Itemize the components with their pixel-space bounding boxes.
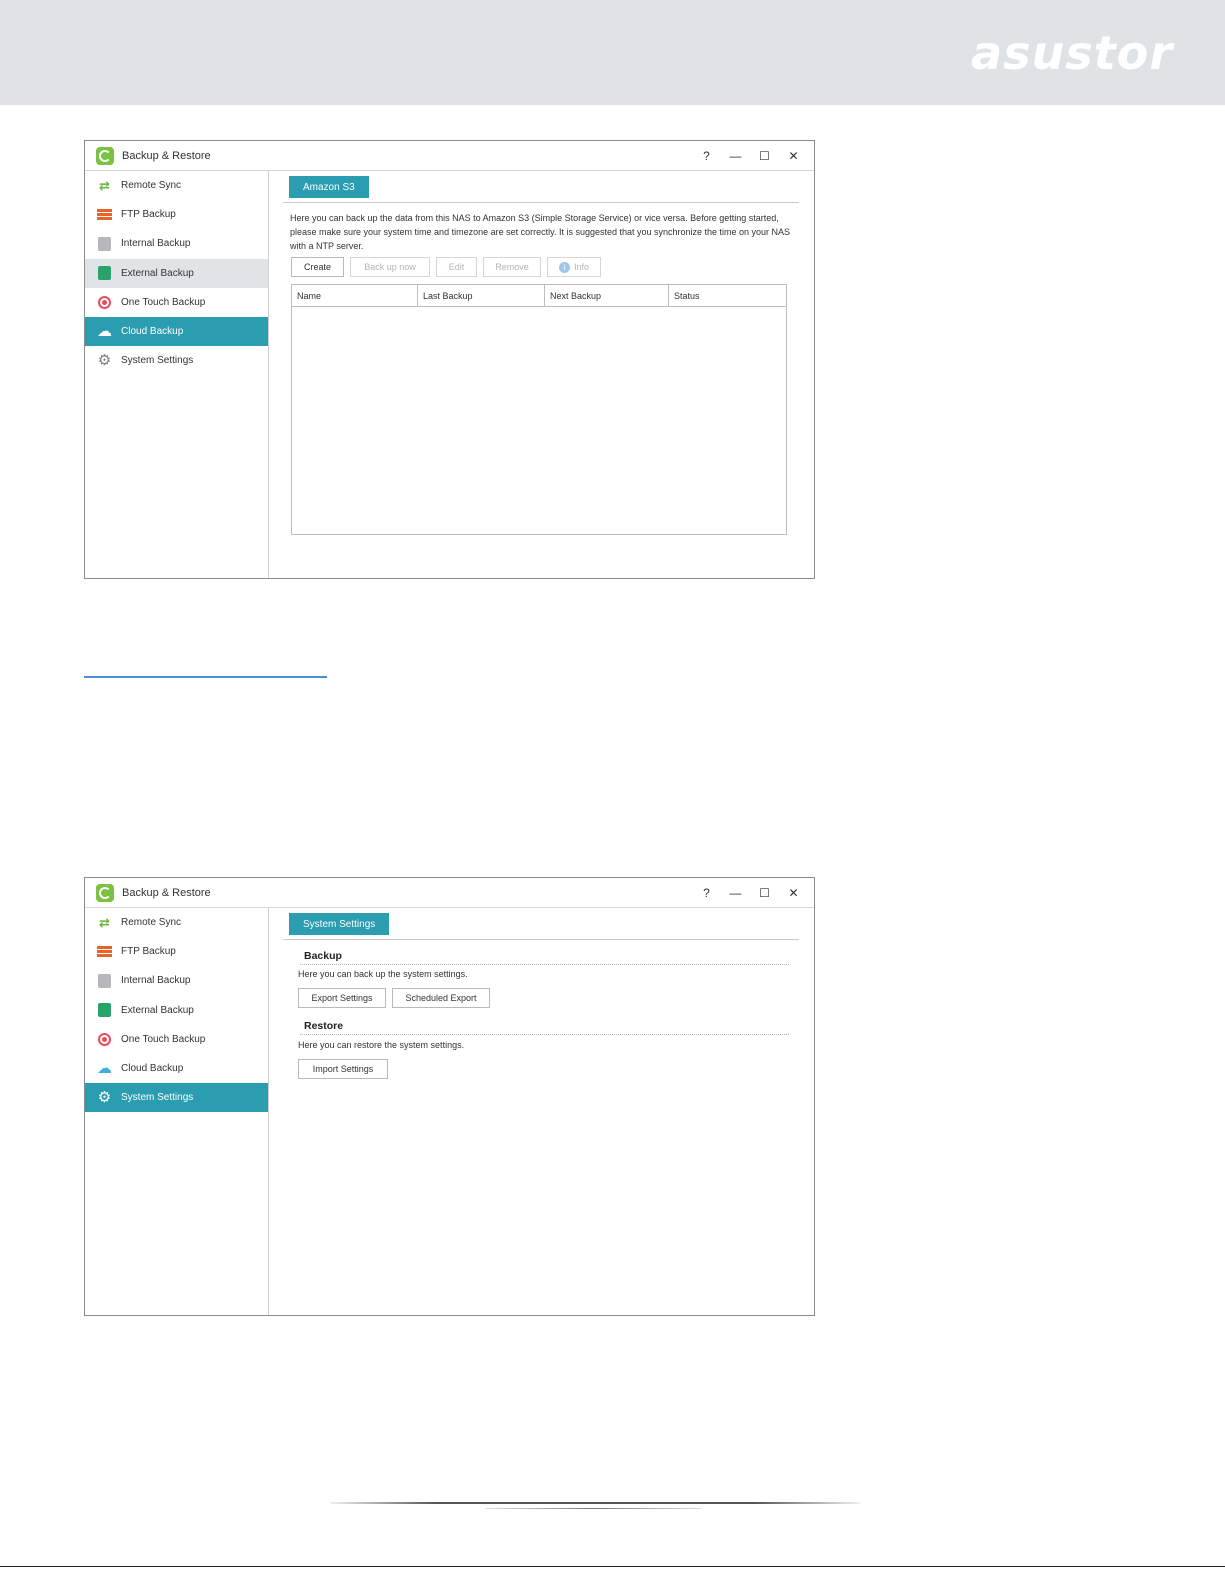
close-icon[interactable]: ✕	[779, 145, 808, 167]
sidebar-item-external-backup[interactable]: External Backup	[85, 996, 268, 1025]
column-header-status[interactable]: Status	[669, 285, 786, 306]
toolbar: Create Back up now Edit Remove i Info	[291, 257, 601, 277]
sidebar-item-label: System Settings	[121, 1092, 194, 1104]
back-up-now-button[interactable]: Back up now	[350, 257, 430, 277]
help-icon[interactable]: ?	[692, 882, 721, 904]
backup-jobs-table: Name Last Backup Next Backup Status	[291, 284, 787, 535]
sidebar-item-ftp-backup[interactable]: FTP Backup	[85, 937, 268, 966]
tab-system-settings[interactable]: System Settings	[289, 913, 390, 935]
tab-divider	[283, 939, 799, 940]
column-header-name[interactable]: Name	[292, 285, 418, 306]
footer-decoration-line	[330, 1502, 860, 1504]
sidebar-item-system-settings[interactable]: ⚙ System Settings	[85, 1083, 268, 1113]
footer-decoration-line	[486, 1508, 701, 1509]
ftp-backup-icon	[97, 945, 112, 958]
sidebar-item-internal-backup[interactable]: Internal Backup	[85, 229, 268, 258]
tab-amazon-s3[interactable]: Amazon S3	[289, 176, 369, 198]
sidebar-item-cloud-backup[interactable]: ☁ Cloud Backup	[85, 1054, 268, 1083]
table-header: Name Last Backup Next Backup Status	[292, 285, 786, 307]
window-title: Backup & Restore	[122, 886, 211, 899]
sidebar-item-label: Cloud Backup	[121, 1063, 184, 1075]
sidebar-item-remote-sync[interactable]: ⇄ Remote Sync	[85, 171, 268, 200]
sidebar-item-cloud-backup[interactable]: ☁ Cloud Backup	[85, 316, 268, 347]
sidebar-item-label: Cloud Backup	[121, 326, 184, 338]
page-bottom-rule	[0, 1566, 1225, 1567]
restore-section-title: Restore	[304, 1020, 344, 1032]
sidebar-item-label: Remote Sync	[121, 180, 182, 192]
sidebar-item-internal-backup[interactable]: Internal Backup	[85, 966, 268, 995]
maximize-icon[interactable]: ☐	[750, 882, 779, 904]
backup-restore-window-system-settings: Backup & Restore ? — ☐ ✕ ⇄ Remote Sync F…	[84, 877, 815, 1316]
close-icon[interactable]: ✕	[779, 882, 808, 904]
backup-section-divider	[300, 964, 789, 965]
restore-section-divider	[300, 1034, 789, 1035]
ftp-backup-icon	[97, 208, 112, 221]
sidebar-item-label: System Settings	[121, 355, 194, 367]
sidebar: ⇄ Remote Sync FTP Backup Internal Backup…	[85, 171, 269, 578]
internal-backup-icon	[98, 236, 111, 251]
window-titlebar: Backup & Restore ? — ☐ ✕	[85, 141, 814, 171]
sidebar-item-label: One Touch Backup	[121, 296, 206, 308]
backup-restore-window-cloud: Backup & Restore ? — ☐ ✕ ⇄ Remote Sync F…	[84, 140, 815, 579]
scheduled-export-button[interactable]: Scheduled Export	[392, 988, 490, 1008]
sidebar-item-label: External Backup	[121, 267, 194, 279]
backup-restore-app-icon	[96, 883, 114, 902]
sidebar-item-label: FTP Backup	[121, 209, 176, 221]
sidebar-item-system-settings[interactable]: ⚙ System Settings	[85, 346, 268, 375]
sidebar-item-label: External Backup	[121, 1004, 194, 1016]
window-titlebar: Backup & Restore ? — ☐ ✕	[85, 878, 814, 908]
column-header-next-backup[interactable]: Next Backup	[545, 285, 669, 306]
remote-sync-icon: ⇄	[99, 178, 110, 194]
restore-section-description: Here you can restore the system settings…	[298, 1040, 465, 1050]
minimize-icon[interactable]: —	[721, 145, 750, 167]
external-backup-icon	[98, 1003, 111, 1018]
remove-button[interactable]: Remove	[483, 257, 541, 277]
sidebar-item-ftp-backup[interactable]: FTP Backup	[85, 200, 268, 229]
link-underline	[84, 676, 327, 678]
sidebar-item-label: Remote Sync	[121, 917, 182, 929]
info-icon: i	[558, 261, 570, 273]
top-banner: asustor	[0, 0, 1225, 105]
edit-button[interactable]: Edit	[436, 257, 477, 277]
main-content: Amazon S3 Here you can back up the data …	[270, 171, 814, 578]
create-button[interactable]: Create	[291, 257, 344, 277]
cloud-icon: ☁	[97, 323, 112, 341]
minimize-icon[interactable]: —	[721, 882, 750, 904]
external-backup-icon	[98, 266, 111, 281]
one-touch-backup-icon	[98, 1032, 111, 1046]
cloud-icon: ☁	[97, 1060, 112, 1078]
export-settings-button[interactable]: Export Settings	[298, 988, 386, 1008]
sidebar-item-one-touch-backup[interactable]: One Touch Backup	[85, 288, 268, 317]
backup-section-description: Here you can back up the system settings…	[298, 969, 468, 979]
page-description: Here you can back up the data from this …	[290, 213, 791, 251]
main-content: System Settings Backup Here you can back…	[270, 908, 814, 1315]
info-button-label: Info	[573, 262, 589, 272]
backup-section-title: Backup	[304, 950, 342, 962]
sidebar-item-label: Internal Backup	[121, 238, 191, 250]
sidebar: ⇄ Remote Sync FTP Backup Internal Backup…	[85, 908, 269, 1315]
sidebar-item-remote-sync[interactable]: ⇄ Remote Sync	[85, 908, 268, 937]
window-title: Backup & Restore	[122, 149, 211, 162]
column-header-last-backup[interactable]: Last Backup	[418, 285, 545, 306]
tab-divider	[283, 202, 799, 203]
sidebar-item-label: Internal Backup	[121, 975, 191, 987]
sidebar-item-one-touch-backup[interactable]: One Touch Backup	[85, 1025, 268, 1054]
one-touch-backup-icon	[98, 295, 111, 309]
info-button[interactable]: i Info	[547, 257, 601, 277]
sidebar-item-label: One Touch Backup	[121, 1033, 206, 1045]
backup-restore-app-icon	[96, 146, 114, 165]
asustor-logo: asustor	[971, 26, 1173, 80]
sidebar-item-external-backup[interactable]: External Backup	[85, 258, 268, 288]
sidebar-item-label: FTP Backup	[121, 946, 176, 958]
gear-icon: ⚙	[97, 1089, 112, 1107]
maximize-icon[interactable]: ☐	[750, 145, 779, 167]
import-settings-button[interactable]: Import Settings	[298, 1059, 388, 1079]
remote-sync-icon: ⇄	[99, 915, 110, 931]
help-icon[interactable]: ?	[692, 145, 721, 167]
internal-backup-icon	[98, 973, 111, 988]
gear-icon: ⚙	[97, 352, 112, 370]
